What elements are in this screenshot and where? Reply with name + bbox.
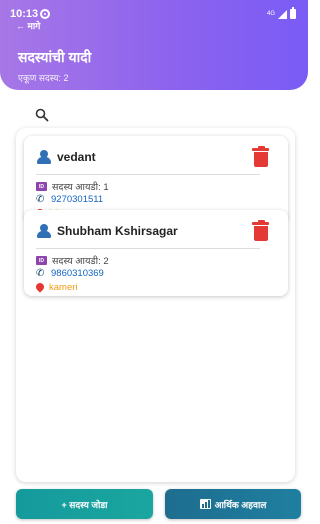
delete-icon[interactable] [252,146,269,167]
member-name-row: Shubham Kshirsagar [36,224,178,238]
member-phone[interactable]: 9860310369 [51,268,104,279]
member-name: vedant [57,150,96,164]
member-name-row: vedant [36,150,96,164]
battery-icon [290,7,296,19]
notification-icon [40,9,51,19]
member-place-row: kameri [36,282,78,293]
phone-icon: ✆ [36,193,45,205]
id-icon: ID [36,182,47,191]
divider [36,174,260,175]
phone-icon: ✆ [36,267,45,279]
search-icon[interactable] [35,108,49,122]
member-id-row: ID सदस्य आयडी: 1 [36,180,109,193]
person-icon [36,150,52,164]
member-list: vedant ID सदस्य आयडी: 1 ✆ 9270301511 isl… [16,128,295,482]
financial-report-button[interactable]: आर्थिक अहवाल [165,489,301,519]
financial-report-label: आर्थिक अहवाल [214,499,267,510]
member-id: सदस्य आयडी: 2 [52,256,109,267]
delete-icon[interactable] [252,220,269,241]
member-id-row: ID सदस्य आयडी: 2 [36,254,109,267]
page-title: सदस्यांची यादी [18,49,92,65]
member-card[interactable]: Shubham Kshirsagar ID सदस्य आयडी: 2 ✆ 98… [24,210,288,296]
back-button[interactable]: ← मागे [16,19,40,32]
member-phone-row: ✆ 9270301511 [36,194,103,205]
member-phone-row: ✆ 9860310369 [36,268,104,279]
network-label: 4G [266,11,275,17]
add-member-button[interactable]: + सदस्य जोडा [16,489,153,519]
person-icon [36,224,52,238]
divider [36,248,260,249]
app-header: 10:13 ← मागे 4G सदस्यांची यादी एकूण सदस्… [0,0,308,90]
member-place: kameri [49,282,78,293]
signal-icon [278,9,287,19]
member-name: Shubham Kshirsagar [57,224,178,238]
member-phone[interactable]: 9270301511 [51,194,103,205]
member-count: एकूण सदस्य: 2 [18,73,69,83]
bar-chart-icon [199,499,211,509]
id-icon: ID [36,256,47,265]
add-member-label: + सदस्य जोडा [61,499,108,510]
status-icons: 4G [266,7,296,19]
location-pin-icon [36,283,44,293]
member-id: सदस्य आयडी: 1 [52,182,109,193]
